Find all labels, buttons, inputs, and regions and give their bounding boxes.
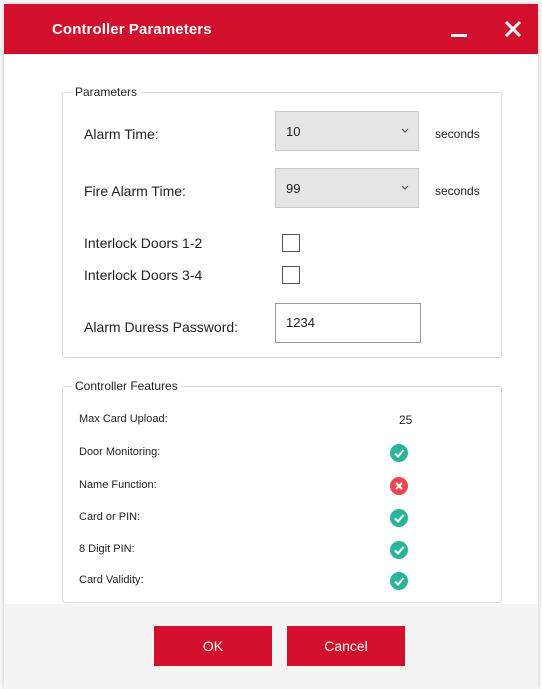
feature-label: Card or PIN: bbox=[79, 511, 141, 523]
interlock-doors-3-4-checkbox[interactable] bbox=[282, 266, 300, 284]
alarm-time-label: Alarm Time: bbox=[84, 126, 159, 142]
duress-password-label: Alarm Duress Password: bbox=[84, 319, 239, 335]
close-button[interactable] bbox=[501, 17, 525, 41]
max-card-upload-value: 25 bbox=[399, 413, 413, 427]
chevron-down-icon bbox=[401, 128, 409, 133]
dialog-title: Controller Parameters bbox=[52, 21, 212, 38]
feature-label: Name Function: bbox=[79, 479, 157, 491]
fire-alarm-time-unit: seconds bbox=[435, 184, 480, 198]
check-circle-icon bbox=[390, 509, 408, 527]
interlock-doors-3-4-label: Interlock Doors 3-4 bbox=[84, 267, 203, 283]
feature-label: Max Card Upload: bbox=[79, 413, 168, 425]
duress-password-input[interactable] bbox=[286, 315, 406, 330]
parameters-legend: Parameters bbox=[71, 85, 142, 99]
chevron-down-icon bbox=[401, 185, 409, 190]
controller-features-legend: Controller Features bbox=[71, 379, 182, 393]
close-icon bbox=[504, 20, 522, 38]
check-circle-icon bbox=[390, 541, 408, 559]
check-circle-icon bbox=[390, 444, 408, 462]
feature-label: 8 Digit PIN: bbox=[79, 543, 135, 555]
minimize-icon bbox=[451, 34, 467, 37]
ok-button[interactable]: OK bbox=[154, 626, 272, 666]
interlock-doors-1-2-label: Interlock Doors 1-2 bbox=[84, 235, 203, 251]
fire-alarm-time-select[interactable]: 99 bbox=[275, 168, 419, 208]
alarm-time-unit: seconds bbox=[435, 127, 480, 141]
duress-password-field[interactable] bbox=[275, 303, 421, 343]
feature-label: Card Validity: bbox=[79, 574, 144, 586]
controller-features-group: Controller Features Max Card Upload: 25 … bbox=[62, 379, 502, 603]
feature-label: Door Monitoring: bbox=[79, 446, 161, 458]
alarm-time-value: 10 bbox=[286, 124, 301, 139]
fire-alarm-time-value: 99 bbox=[286, 181, 301, 196]
check-circle-icon bbox=[390, 572, 408, 590]
dialog-content: Parameters Alarm Time: 10 seconds Fire A… bbox=[4, 54, 538, 604]
title-bar: Controller Parameters bbox=[4, 4, 538, 54]
x-circle-icon bbox=[390, 477, 408, 495]
alarm-time-select[interactable]: 10 bbox=[275, 111, 419, 151]
controller-parameters-dialog: Controller Parameters Parameters Alarm T… bbox=[4, 4, 538, 689]
fire-alarm-time-label: Fire Alarm Time: bbox=[84, 183, 186, 199]
cancel-button[interactable]: Cancel bbox=[287, 626, 405, 666]
interlock-doors-1-2-checkbox[interactable] bbox=[282, 234, 300, 252]
parameters-group: Parameters Alarm Time: 10 seconds Fire A… bbox=[62, 85, 502, 358]
minimize-button[interactable] bbox=[447, 18, 471, 42]
